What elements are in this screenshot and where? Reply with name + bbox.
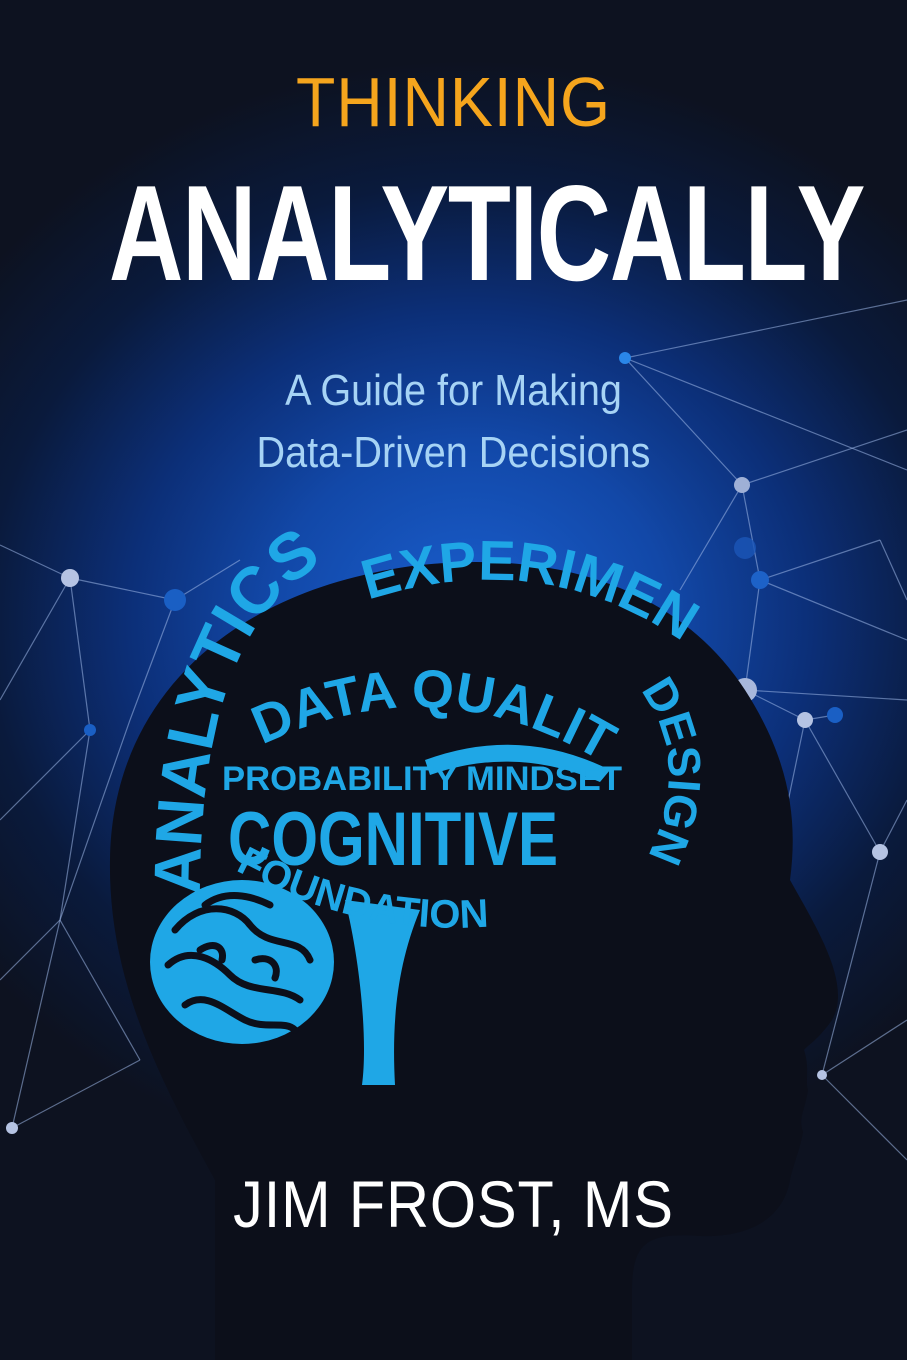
subtitle-line-2: Data-Driven Decisions [256, 428, 651, 477]
book-cover: ANALYTICS EXPERIMENTAL DESIGN DATA QUALI… [0, 0, 907, 1360]
title-thinking: THINKING [295, 63, 612, 141]
title-analytically: ANALYTICALLY [108, 157, 866, 309]
author-name: JIM FROST, MS [233, 1167, 674, 1241]
subtitle: A Guide for Making Data-Driven Decisions [45, 360, 861, 484]
word-probability-mindset: PROBABILITY MINDSET [222, 760, 622, 798]
subtitle-line-1: A Guide for Making [285, 366, 622, 415]
